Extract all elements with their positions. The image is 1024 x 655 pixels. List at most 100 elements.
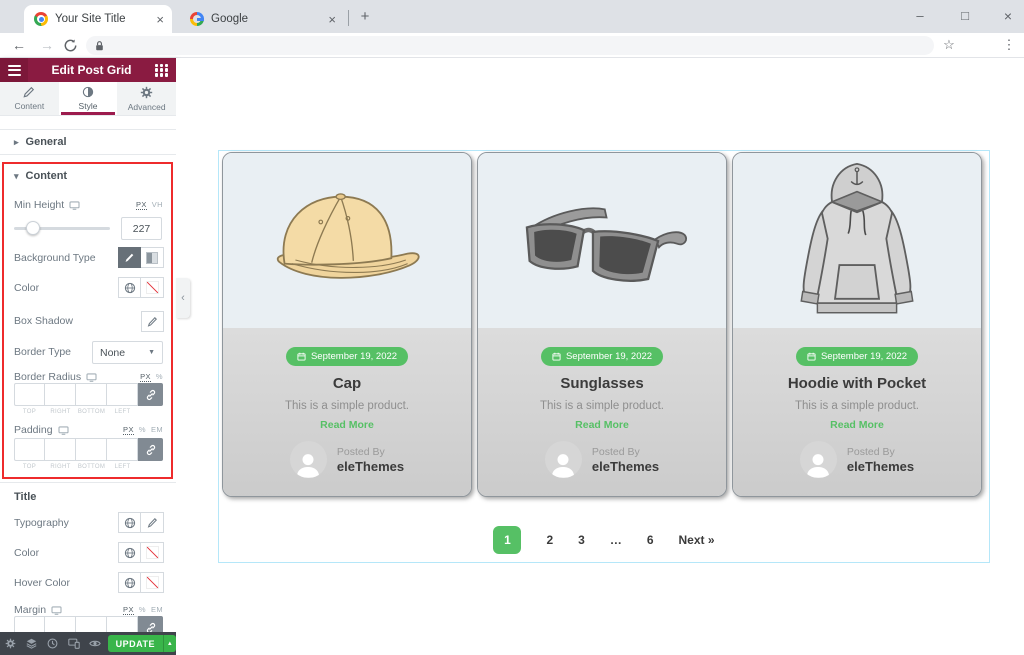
padding-bottom-input[interactable] — [76, 438, 107, 461]
post-card-sunglasses[interactable]: September 19, 2022 Sunglasses This is a … — [477, 152, 727, 497]
color-swatch-none[interactable] — [141, 572, 164, 593]
post-title[interactable]: Hoodie with Pocket — [788, 375, 926, 392]
caret-right-icon: ▸ — [14, 136, 19, 147]
browser-navbar: ← → ☆ ⋮ — [0, 33, 1024, 58]
responsive-mode-icon[interactable] — [64, 638, 85, 649]
responsive-monitor-icon[interactable] — [69, 200, 80, 210]
browser-tab-google[interactable]: Google × — [180, 5, 344, 33]
border-type-select[interactable]: None ▼ — [92, 341, 163, 364]
read-more-link[interactable]: Read More — [320, 419, 374, 431]
address-bar[interactable] — [86, 36, 934, 55]
responsive-monitor-icon[interactable] — [86, 372, 97, 382]
tab-close-icon[interactable]: × — [328, 12, 336, 27]
padding-top-input[interactable] — [14, 438, 45, 461]
read-more-link[interactable]: Read More — [575, 419, 629, 431]
link-values-chain-icon[interactable] — [138, 438, 163, 461]
panel-collapse-handle[interactable]: ‹ — [176, 278, 190, 318]
date-badge[interactable]: September 19, 2022 — [795, 347, 919, 366]
browser-tab-site[interactable]: Your Site Title × — [24, 5, 172, 33]
author-name[interactable]: eleThemes — [337, 459, 404, 474]
tab-title: Google — [211, 13, 249, 25]
color-swatch-none[interactable] — [141, 277, 164, 298]
preview-eye-icon[interactable] — [85, 638, 106, 649]
border-radius-right-input[interactable] — [45, 383, 76, 406]
min-height-units[interactable]: PX VH — [135, 200, 163, 210]
date-badge[interactable]: September 19, 2022 — [285, 347, 409, 366]
window-minimize-button[interactable]: – — [905, 4, 935, 28]
avatar — [544, 441, 582, 478]
margin-label: Margin — [14, 604, 62, 616]
history-icon[interactable] — [42, 638, 63, 649]
tab-divider — [348, 10, 349, 26]
post-title[interactable]: Sunglasses — [560, 375, 643, 392]
person-icon — [552, 454, 575, 478]
author-row: Posted By eleThemes — [799, 441, 914, 478]
responsive-monitor-icon[interactable] — [51, 605, 62, 615]
hamburger-menu-icon[interactable] — [0, 58, 28, 82]
margin-units[interactable]: PX % EM — [123, 605, 163, 615]
browser-titlebar: Your Site Title × Google × + – □ × — [0, 0, 1024, 33]
window-maximize-button[interactable]: □ — [950, 4, 980, 28]
global-color-icon[interactable] — [118, 542, 141, 563]
min-height-input[interactable] — [121, 217, 162, 240]
min-height-slider-handle[interactable] — [26, 221, 40, 235]
typography-edit-icon[interactable] — [141, 512, 164, 533]
page-1-active[interactable]: 1 — [493, 526, 522, 554]
tab-advanced[interactable]: Advanced — [117, 82, 176, 115]
bookmark-star-icon[interactable]: ☆ — [938, 35, 960, 55]
typography-label: Typography — [14, 517, 69, 529]
browser-menu-icon[interactable]: ⋮ — [998, 35, 1020, 55]
tab-content[interactable]: Content — [0, 82, 59, 115]
section-title[interactable]: Title — [14, 491, 36, 503]
person-icon — [807, 454, 830, 478]
post-card-hoodie[interactable]: September 19, 2022 Hoodie with Pocket Th… — [732, 152, 982, 497]
next-page-link[interactable]: Next » — [679, 533, 715, 547]
border-radius-units[interactable]: PX % — [140, 372, 163, 382]
widgets-grid-icon[interactable] — [155, 63, 168, 77]
forward-button[interactable]: → — [36, 35, 58, 55]
tab-close-icon[interactable]: × — [156, 12, 164, 27]
window-close-button[interactable]: × — [993, 4, 1023, 28]
responsive-monitor-icon[interactable] — [58, 425, 69, 435]
global-color-icon[interactable] — [118, 277, 141, 298]
cap-illustration — [276, 192, 420, 279]
border-type-label: Border Type — [14, 346, 72, 358]
padding-units[interactable]: PX % EM — [123, 425, 163, 435]
box-shadow-label: Box Shadow — [14, 315, 73, 327]
border-radius-bottom-input[interactable] — [76, 383, 107, 406]
section-general[interactable]: ▸ General — [0, 129, 176, 155]
date-badge[interactable]: September 19, 2022 — [540, 347, 664, 366]
update-options-caret-icon[interactable]: ▲ — [162, 635, 177, 652]
page-3[interactable]: 3 — [578, 533, 585, 547]
reload-button[interactable] — [64, 35, 86, 55]
border-radius-side-labels: TOP RIGHT BOTTOM LEFT — [22, 409, 131, 415]
border-radius-left-input[interactable] — [107, 383, 138, 406]
tab-style[interactable]: Style — [58, 82, 118, 115]
panel-footer: UPDATE ▲ — [0, 632, 177, 655]
navigator-layers-icon[interactable] — [21, 638, 42, 649]
typography-control — [118, 512, 164, 533]
update-button[interactable]: UPDATE — [107, 635, 163, 652]
padding-left-input[interactable] — [107, 438, 138, 461]
read-more-link[interactable]: Read More — [830, 419, 884, 431]
box-shadow-edit-icon[interactable] — [141, 311, 164, 332]
author-name[interactable]: eleThemes — [847, 459, 914, 474]
browser-window: Your Site Title × Google × + – □ × ← → ☆… — [0, 0, 1024, 655]
border-radius-top-input[interactable] — [14, 383, 45, 406]
back-button[interactable]: ← — [8, 35, 30, 55]
link-values-chain-icon[interactable] — [138, 383, 163, 406]
color-swatch-none[interactable] — [141, 542, 164, 563]
new-tab-button[interactable]: + — [356, 8, 374, 26]
global-typography-icon[interactable] — [118, 512, 141, 533]
section-content[interactable]: ▾ Content — [14, 170, 67, 182]
post-title[interactable]: Cap — [333, 375, 361, 392]
global-color-icon[interactable] — [118, 572, 141, 593]
settings-icon[interactable] — [0, 638, 21, 649]
page-2[interactable]: 2 — [546, 533, 553, 547]
gradient-background-icon[interactable] — [141, 247, 164, 268]
page-6[interactable]: 6 — [647, 533, 654, 547]
author-name[interactable]: eleThemes — [592, 459, 659, 474]
classic-background-brush-icon[interactable] — [118, 247, 141, 268]
post-card-cap[interactable]: September 19, 2022 Cap This is a simple … — [222, 152, 472, 497]
padding-right-input[interactable] — [45, 438, 76, 461]
